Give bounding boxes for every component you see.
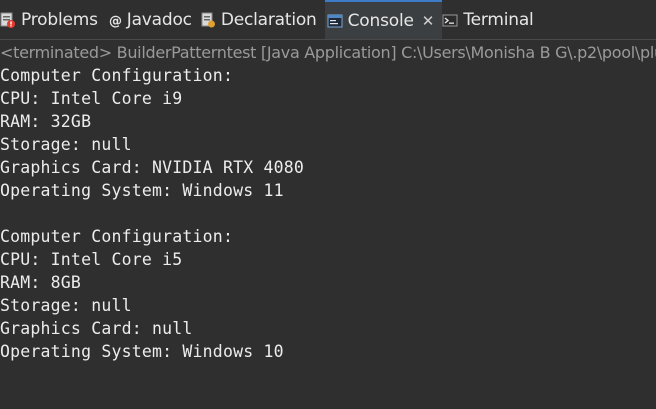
javadoc-icon: @ — [106, 12, 122, 29]
tab-javadoc[interactable]: @ Javadoc — [106, 0, 200, 39]
eclipse-console-view: Problems @ Javadoc Declaration Console ✕… — [0, 0, 656, 409]
console-line: Graphics Card: null — [0, 319, 193, 338]
terminal-icon — [442, 12, 458, 28]
declaration-icon — [200, 12, 216, 28]
svg-text:@: @ — [109, 14, 122, 28]
console-output[interactable]: Computer Configuration: CPU: Intel Core … — [0, 64, 656, 409]
tab-javadoc-label: Javadoc — [126, 9, 192, 30]
console-line: Computer Configuration: — [0, 227, 234, 246]
console-icon — [327, 13, 343, 29]
tab-declaration-label: Declaration — [220, 9, 317, 30]
view-tab-bar: Problems @ Javadoc Declaration Console ✕… — [0, 0, 656, 39]
launch-status-line: <terminated> BuilderPatterntest [Java Ap… — [0, 39, 656, 64]
console-line: RAM: 8GB — [0, 273, 82, 292]
console-line: CPU: Intel Core i9 — [0, 89, 183, 108]
console-line: RAM: 32GB — [0, 112, 92, 131]
tab-problems-label: Problems — [21, 9, 98, 30]
tab-terminal[interactable]: Terminal — [442, 0, 541, 39]
console-line: Computer Configuration: — [0, 66, 234, 85]
console-line: Graphics Card: NVIDIA RTX 4080 — [0, 158, 305, 177]
console-line: Operating System: Windows 11 — [0, 181, 284, 200]
problems-icon — [0, 12, 16, 28]
console-line: Storage: null — [0, 296, 132, 315]
tab-console[interactable]: Console ✕ — [324, 0, 443, 39]
console-line: CPU: Intel Core i5 — [0, 250, 183, 269]
tab-problems[interactable]: Problems — [0, 0, 106, 39]
tab-console-label: Console — [347, 10, 414, 31]
tab-declaration[interactable]: Declaration — [200, 0, 325, 39]
console-line: Storage: null — [0, 135, 132, 154]
tab-terminal-label: Terminal — [463, 9, 534, 30]
close-icon[interactable]: ✕ — [422, 12, 435, 30]
console-line: Operating System: Windows 10 — [0, 342, 284, 361]
